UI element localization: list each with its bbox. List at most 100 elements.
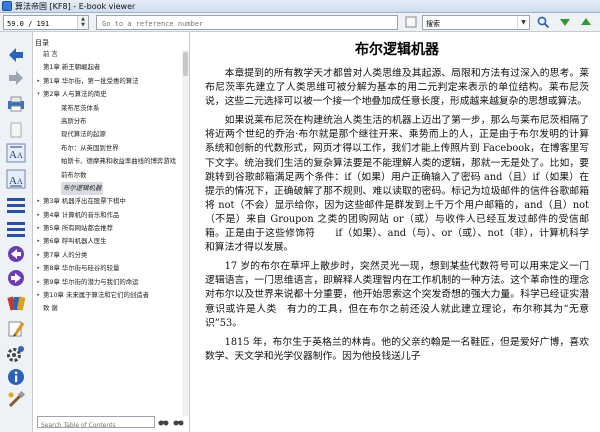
next-icon: [8, 270, 24, 286]
toc-item[interactable]: 第1章 新王朝崛起者: [33, 61, 190, 74]
toc-scrollbar[interactable]: [182, 50, 189, 416]
binoculars-icon: [173, 420, 184, 425]
bookmark-button[interactable]: [5, 292, 27, 314]
toc-item-label: 布尔逻辑机器: [61, 181, 104, 196]
toc-item-label: 致 谢: [43, 304, 58, 313]
expand-toggle-icon[interactable]: ▸: [35, 249, 42, 262]
reference-go-button[interactable]: [404, 15, 418, 29]
toc-item[interactable]: ▸ 第7章 人的分类: [33, 249, 190, 262]
toc-item-label: 第4章 计算机的音乐和作品: [43, 210, 120, 219]
metadata-button[interactable]: [5, 366, 27, 388]
preferences-button[interactable]: [5, 343, 27, 365]
paragraph: 本章提到的所有教学天才都曾对人类思维及其起源、局限和方法有过深入的思考。莱布尼茨…: [205, 68, 589, 108]
expand-toggle-icon[interactable]: ▸: [35, 289, 42, 302]
copy-button[interactable]: [5, 119, 27, 141]
menu-button[interactable]: [5, 194, 27, 216]
position-spinner[interactable]: ▲ ▼: [77, 16, 88, 29]
toc-item-label: 第1章 新王朝崛起者: [43, 63, 101, 72]
expand-toggle-icon[interactable]: ▸: [35, 209, 42, 222]
toc-item[interactable]: ▸ 第5章 所有网站都会推荐: [33, 222, 190, 235]
toc-item[interactable]: ▸ 第4章 计算机的音乐和作品: [33, 209, 190, 222]
expand-toggle-icon[interactable]: ▸: [35, 235, 42, 248]
position-input[interactable]: [4, 17, 74, 31]
next-page-button[interactable]: [5, 267, 27, 289]
chapter-list-button[interactable]: [5, 218, 27, 240]
toc-item[interactable]: 致 谢: [33, 302, 190, 315]
toc-item-label: 第5章 所有网站都会推荐: [43, 224, 114, 233]
expand-toggle-icon[interactable]: ▾: [35, 88, 42, 101]
app-icon: [2, 1, 12, 11]
svg-text:A: A: [17, 177, 23, 186]
copy-icon: [10, 122, 22, 138]
paragraph: 1815 年，布尔生于英格兰的林肯。他的父亲约翰是一名鞋匠，但是爱好广博，喜欢数…: [205, 336, 589, 362]
toc-search-field[interactable]: [37, 416, 155, 431]
paragraph: 17 岁的布尔在草坪上散步时，突然灵光一现，想到某些代数符号可以用来定义一门逻辑…: [205, 261, 589, 329]
reference-mode-button[interactable]: [5, 318, 27, 340]
window-title: 算法帝国 [KF8] - E-book viewer: [15, 2, 136, 11]
previous-icon: [8, 246, 24, 262]
arrow-up-icon: [581, 18, 591, 25]
toc-list: 前 言第1章 新王朝崛起者 ▸ 第1章 华尔街，第一批受惠的算法 ▾ 第2章 人与算法的…: [33, 48, 190, 316]
search-input[interactable]: [423, 17, 515, 31]
toc-item[interactable]: 帕斯卡、德摩弗和收益率曲线的博弈游戏: [33, 155, 190, 168]
toc-item-label: 前 言: [43, 50, 58, 58]
toc-item[interactable]: 布尔：从英国到世界: [33, 142, 190, 155]
tools-button[interactable]: [5, 389, 27, 411]
toc-item[interactable]: 高斯分布: [33, 115, 190, 128]
toc-item-label: 第8章 华尔街与硅谷的较量: [43, 264, 120, 273]
chapter-list-icon: [7, 222, 25, 237]
paragraph: 如果说莱布尼茨在构建统治人类生活的机器上迈出了第一步，那么与莱布尼茨相隔了将近两…: [205, 115, 589, 254]
toc-item-label: 第2章 人与算法的简史: [43, 90, 107, 99]
print-button[interactable]: [5, 93, 27, 115]
find-next-button[interactable]: [558, 15, 572, 29]
back-arrow-icon: [9, 48, 23, 62]
toc-item[interactable]: ▾ 第2章 人与算法的简史: [33, 88, 190, 101]
toc-item[interactable]: 莱布尼茨体系: [33, 102, 190, 115]
toc-search-input[interactable]: [38, 420, 154, 431]
toc-search-next-button[interactable]: [172, 416, 185, 428]
font-smaller-button[interactable]: AA: [5, 168, 27, 190]
search-field[interactable]: ▼: [422, 15, 530, 31]
search-icon: [537, 16, 549, 28]
toc-item-label: 第1章 华尔街，第一批受惠的算法: [43, 76, 139, 85]
toc-item[interactable]: ▸ 第6章 呼叫机器人医生: [33, 235, 190, 248]
find-previous-button[interactable]: [579, 15, 593, 29]
toc-item-label: 第7章 人的分类: [43, 250, 88, 259]
toc-item-label: 高斯分布: [61, 116, 87, 125]
toc-scroll-thumb[interactable]: [183, 52, 188, 76]
toc-item[interactable]: ▸ 第3章 机器浮出在股票下棋中: [33, 195, 190, 208]
font-larger-icon: AA: [6, 143, 26, 163]
table-of-contents-panel: 目录 前 言第1章 新王朝崛起者 ▸ 第1章 华尔街，第一批受惠的算法 ▾ 第2章 人与…: [33, 32, 190, 432]
toc-item[interactable]: ▸ 第9章 华尔街的潜力与我们的命运: [33, 276, 190, 289]
expand-toggle-icon[interactable]: ▸: [35, 222, 42, 235]
toc-search-prev-button[interactable]: [157, 416, 170, 428]
toc-item-label: 第3章 机器浮出在股票下棋中: [43, 197, 126, 206]
font-smaller-icon: AA: [6, 169, 26, 189]
back-button[interactable]: [5, 44, 27, 66]
previous-page-button[interactable]: [5, 243, 27, 265]
expand-toggle-icon[interactable]: ▸: [35, 75, 42, 88]
toc-item[interactable]: 前布尔数: [33, 169, 190, 182]
reference-field[interactable]: [96, 15, 398, 31]
reference-input[interactable]: [97, 17, 397, 31]
position-spinbox[interactable]: ▲ ▼: [3, 15, 89, 31]
expand-toggle-icon[interactable]: ▸: [35, 262, 42, 275]
toc-item-label: 现代算法的起源: [61, 130, 106, 139]
title-bar: 算法帝国 [KF8] - E-book viewer: [0, 0, 600, 13]
toc-item[interactable]: 现代算法的起源: [33, 128, 190, 141]
toc-item-label: 第10章 未来属于算法和它们的创造者: [43, 291, 150, 300]
font-larger-button[interactable]: AA: [5, 142, 27, 164]
expand-toggle-icon[interactable]: ▸: [35, 276, 42, 289]
book-content[interactable]: 布尔逻辑机器 本章提到的所有教学天才都曾对人类思维及其起源、局限和方法有过深入的…: [191, 32, 600, 432]
toc-item[interactable]: 布尔逻辑机器: [33, 181, 190, 196]
spin-down-icon[interactable]: ▼: [78, 22, 88, 28]
toc-item-label: 布尔：从英国到世界: [61, 143, 119, 152]
toc-item[interactable]: 前 言: [33, 48, 190, 61]
search-button[interactable]: [536, 15, 550, 29]
forward-button[interactable]: [5, 67, 27, 89]
toc-item[interactable]: ▸ 第10章 未来属于算法和它们的创造者: [33, 289, 190, 302]
toc-item[interactable]: ▸ 第8章 华尔街与硅谷的较量: [33, 262, 190, 275]
expand-toggle-icon[interactable]: ▸: [35, 195, 42, 208]
toc-item[interactable]: ▸ 第1章 华尔街，第一批受惠的算法: [33, 75, 190, 88]
chevron-down-icon[interactable]: ▼: [517, 16, 529, 29]
